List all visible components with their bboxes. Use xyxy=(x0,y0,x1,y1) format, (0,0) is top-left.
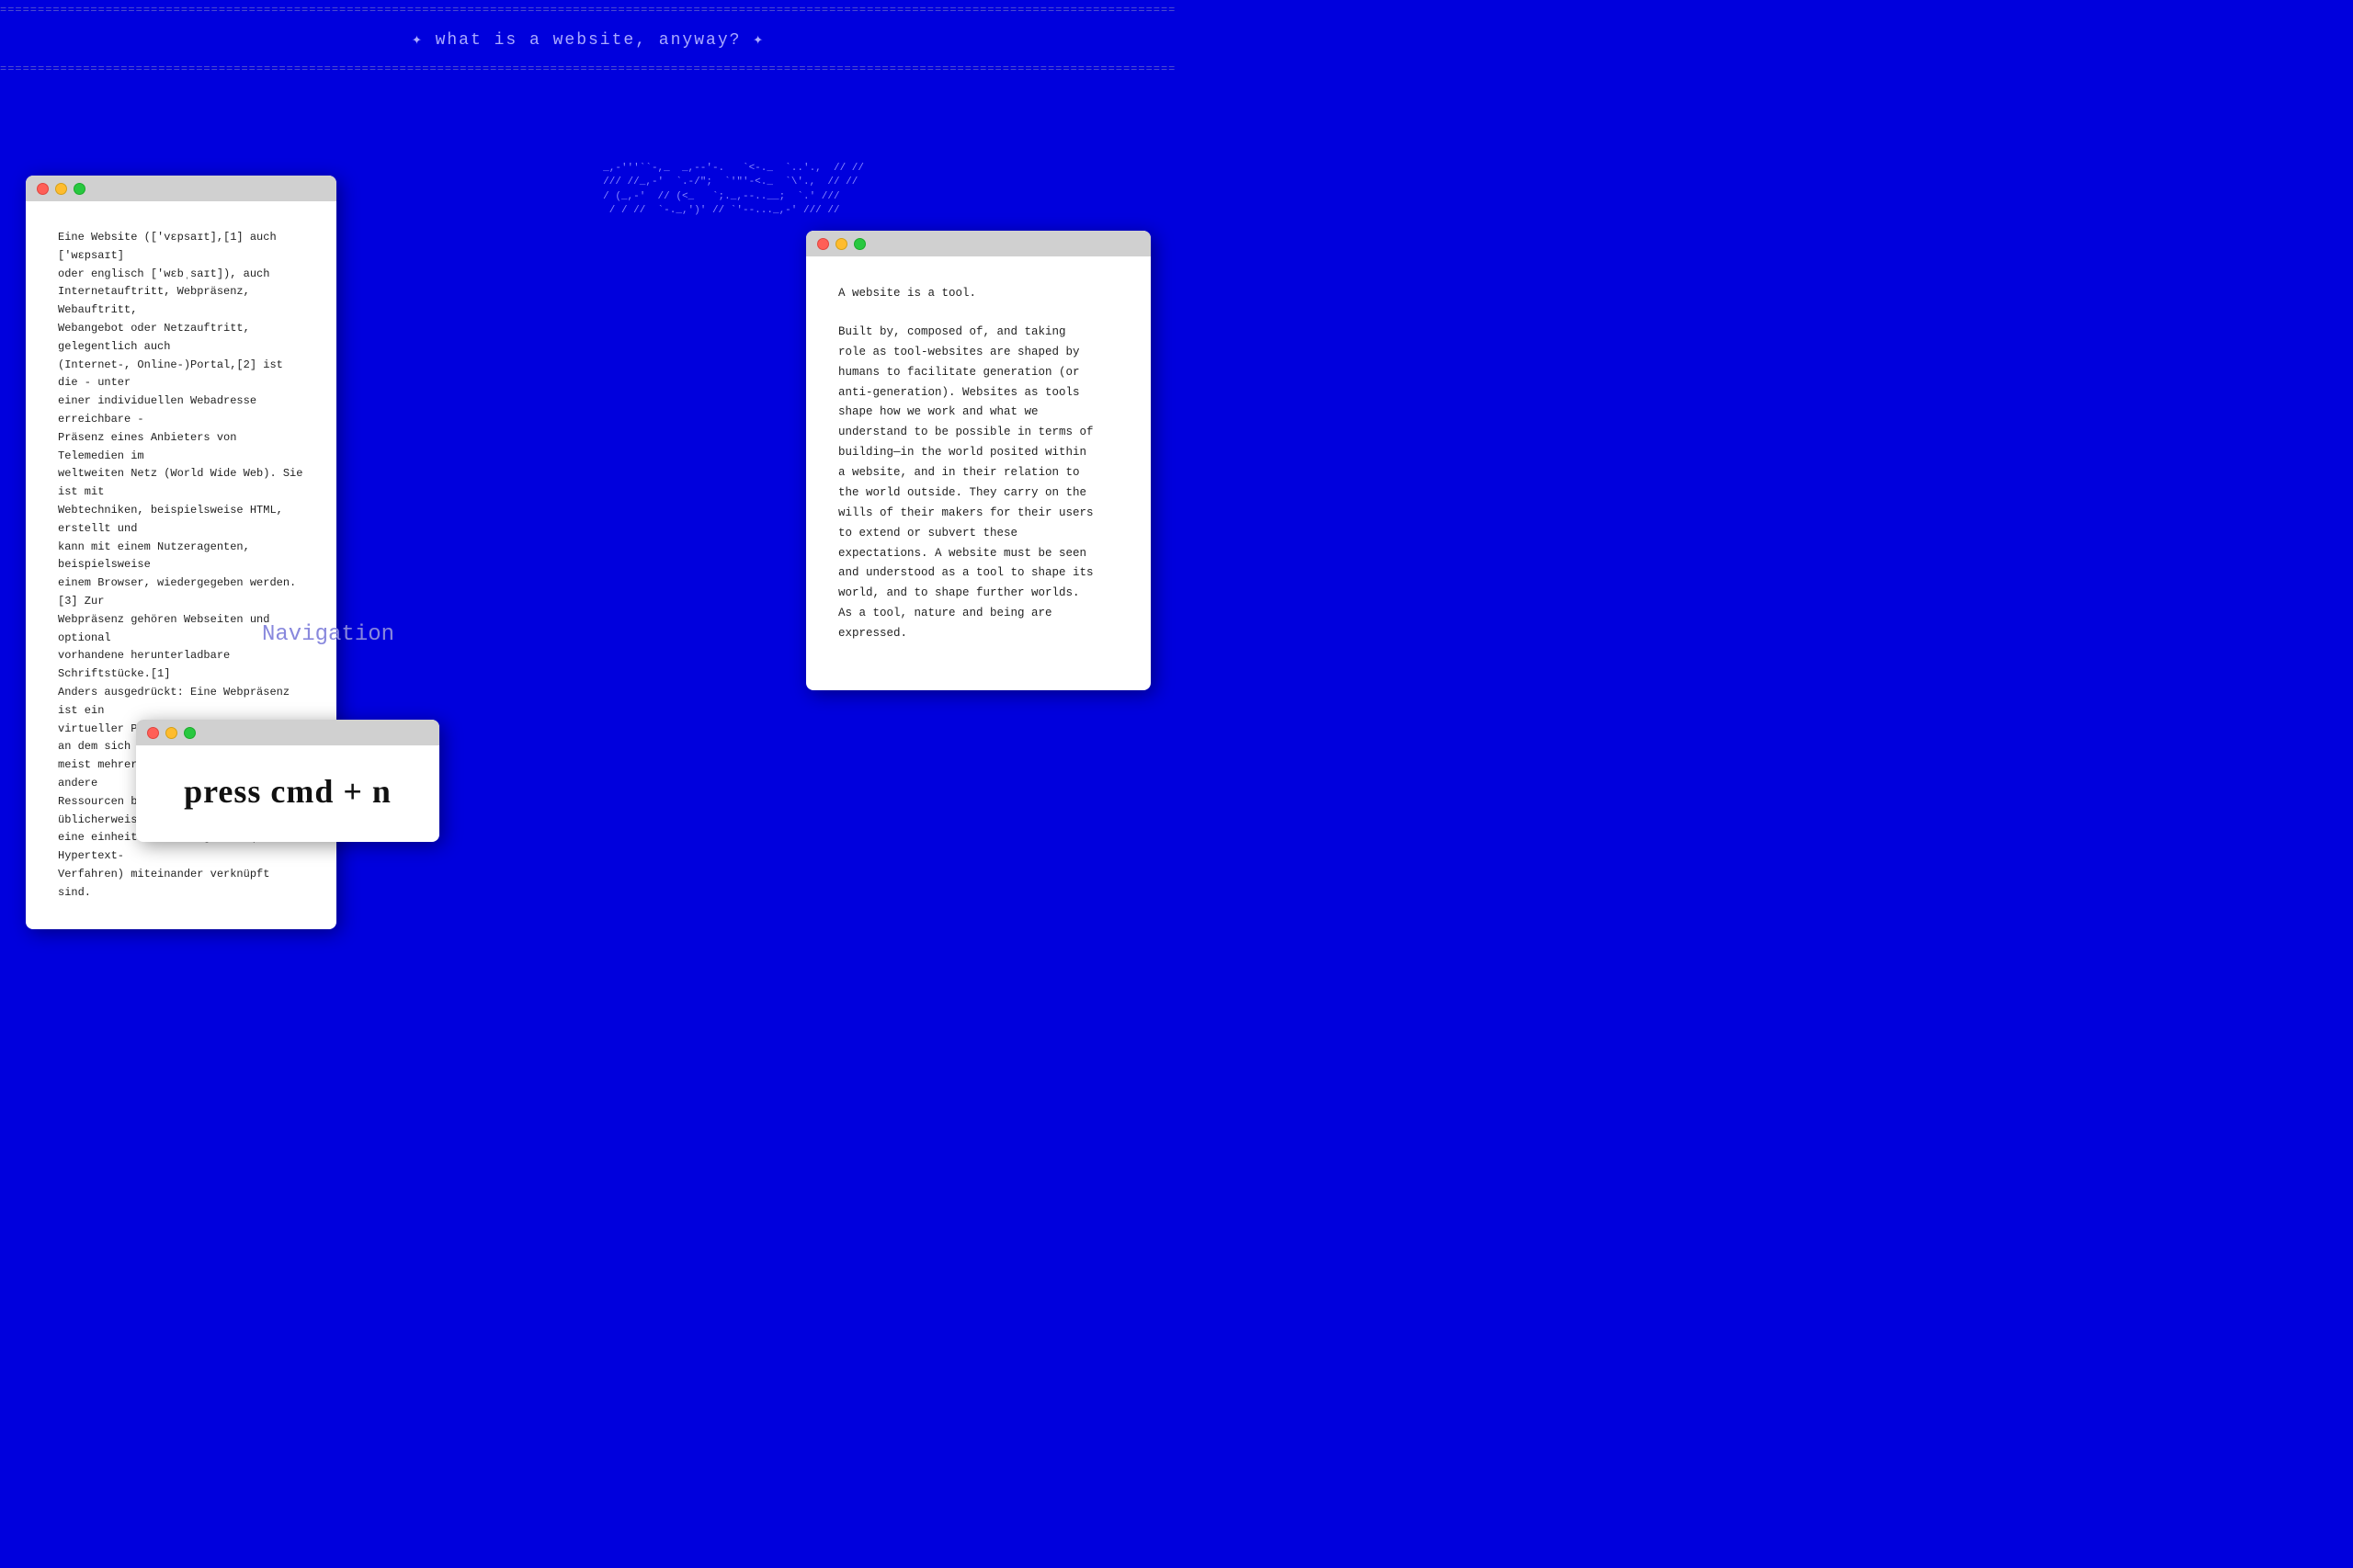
titlebar-english xyxy=(806,231,1151,256)
minimize-button-cmd[interactable] xyxy=(165,727,177,739)
close-button-cmd[interactable] xyxy=(147,727,159,739)
english-paragraph1: A website is a tool. xyxy=(838,284,1119,304)
page-header: ========================================… xyxy=(0,0,1176,79)
close-button-english[interactable] xyxy=(817,238,829,250)
english-paragraph2: Built by, composed of, and taking role a… xyxy=(838,323,1119,644)
navigation-label: Navigation xyxy=(262,622,394,647)
cmd-content: press cmd + n xyxy=(136,745,439,842)
titlebar-german xyxy=(26,176,336,201)
english-text-content: A website is a tool. Built by, composed … xyxy=(806,256,1151,690)
dashes-top: ========================================… xyxy=(0,0,1176,20)
page-title: ✦ what is a website, anyway? ✦ xyxy=(0,20,1176,59)
minimize-button-german[interactable] xyxy=(55,183,67,195)
dashes-bottom: ========================================… xyxy=(0,59,1176,79)
close-button-german[interactable] xyxy=(37,183,49,195)
browser-window-cmd: press cmd + n xyxy=(136,720,439,842)
cmd-text: press cmd + n xyxy=(164,764,412,824)
maximize-button-cmd[interactable] xyxy=(184,727,196,739)
maximize-button-english[interactable] xyxy=(854,238,866,250)
ascii-art: _,-'''``-,_ _,--'-. `<-._ `..'., // // /… xyxy=(603,162,864,219)
main-content: _,-'''``-,_ _,--'-. `<-._ `..'., // // /… xyxy=(0,88,1176,824)
titlebar-cmd xyxy=(136,720,439,745)
maximize-button-german[interactable] xyxy=(74,183,85,195)
minimize-button-english[interactable] xyxy=(835,238,847,250)
browser-window-english: A website is a tool. Built by, composed … xyxy=(806,231,1151,690)
